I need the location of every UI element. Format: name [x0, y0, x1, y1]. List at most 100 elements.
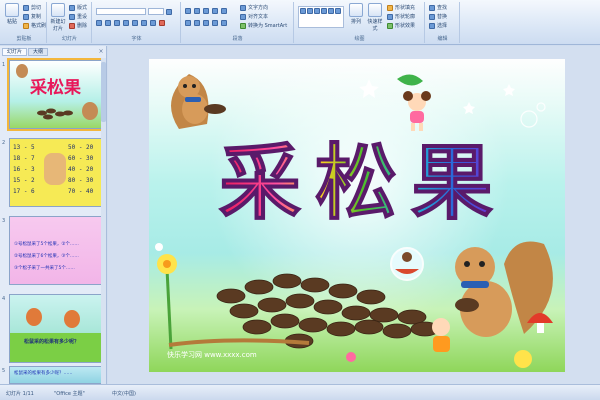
powerpoint-window: 粘贴 剪切 复制 格式刷 剪贴板 新建幻灯片 版式 重设 删除 幻灯片 字体 文… [0, 0, 600, 400]
slide-title: 采松果 [219, 136, 507, 231]
brush-icon [23, 22, 29, 29]
line-shape-icon[interactable] [300, 8, 306, 14]
arrange-button[interactable]: 排列 [347, 3, 365, 25]
pink-flower [346, 352, 356, 362]
delete-icon [69, 22, 75, 29]
font-name-select[interactable] [96, 8, 146, 15]
ribbon: 粘贴 剪切 复制 格式刷 剪贴板 新建幻灯片 版式 重设 删除 幻灯片 字体 文… [0, 0, 600, 45]
slides-pane: 幻灯片 大纲 × 1 采松果 2 13 - 5 18 - 7 16 - 3 15… [0, 46, 107, 384]
binoculars-icon [429, 4, 435, 11]
underline-icon[interactable] [114, 19, 120, 26]
shape-effects-button[interactable]: 形状效果 [387, 22, 415, 29]
align-center-icon[interactable] [194, 19, 200, 26]
thumb-1-title: 采松果 [29, 77, 81, 98]
paragraph-group: 文字方向 对齐文本 转换为 SmartArt 段落 [182, 2, 294, 43]
thumb-2-right-col: 50 - 20 60 - 30 40 - 20 80 - 30 70 - 40 [68, 144, 94, 195]
status-language: 中文(中国) [112, 391, 136, 397]
thumb-number: 4 [2, 296, 6, 302]
format-painter-button[interactable]: 格式刷 [23, 22, 46, 29]
thumb-1-art: 采松果 [16, 64, 98, 120]
rect-shape-icon[interactable] [314, 8, 320, 14]
boy-figure [432, 318, 450, 352]
increase-indent-icon[interactable] [212, 7, 218, 14]
tab-slides[interactable]: 幻灯片 [2, 48, 28, 56]
status-theme: "Office 主题" [54, 391, 85, 397]
floating-bowl [390, 247, 424, 281]
status-slide-info: 幻灯片 1/11 [6, 391, 34, 397]
smartart-icon [240, 22, 246, 29]
align-text-button[interactable]: 对齐文本 [240, 13, 268, 20]
grow-font-icon [166, 8, 172, 15]
bold-icon[interactable] [96, 19, 102, 26]
pinecone [204, 104, 226, 114]
font-size-select[interactable] [148, 8, 164, 15]
copy-button[interactable]: 复制 [23, 13, 41, 20]
justify-icon[interactable] [212, 19, 218, 26]
group-label-font: 字体 [131, 36, 142, 42]
numbering-icon[interactable] [194, 7, 200, 14]
triangle-shape-icon[interactable] [328, 8, 334, 14]
pane-scroll-thumb[interactable] [101, 62, 106, 122]
slide-thumbnail-2[interactable]: 13 - 5 18 - 7 16 - 3 15 - 2 17 - 6 50 - … [9, 138, 103, 207]
slide-thumbnail-4[interactable]: 松鼠采的松果有多少呢？ [9, 294, 103, 363]
thumb-number: 2 [2, 140, 6, 146]
shape-outline-button[interactable]: 形状轮廓 [387, 13, 415, 20]
group-label-editing: 编辑 [437, 36, 448, 42]
grow-font-button[interactable] [166, 8, 172, 15]
shape-fill-button[interactable]: 形状填充 [387, 4, 415, 11]
line-spacing-icon[interactable] [221, 7, 227, 14]
align-left-icon[interactable] [185, 19, 191, 26]
layout-icon [69, 4, 75, 11]
shapes-gallery[interactable] [298, 6, 344, 28]
arrange-icon [349, 3, 363, 17]
star-shape-icon[interactable] [335, 8, 341, 14]
replace-button[interactable]: 替换 [429, 13, 447, 20]
slide-thumbnail-1[interactable]: 采松果 [7, 58, 105, 131]
quick-styles-button[interactable]: 快速样式 [366, 3, 384, 32]
status-bar: 幻灯片 1/11 "Office 主题" 中文(中国) [0, 384, 600, 400]
close-icon[interactable]: × [97, 48, 105, 56]
delete-button[interactable]: 删除 [69, 22, 87, 29]
text-direction-button[interactable]: 文字方向 [240, 4, 268, 11]
strikethrough-icon[interactable] [123, 19, 129, 26]
font-color-icon[interactable] [159, 19, 165, 26]
list-row [185, 7, 227, 14]
pane-tabs: 幻灯片 大纲 × [2, 48, 105, 56]
smartart-button[interactable]: 转换为 SmartArt [240, 22, 287, 29]
font-group: 字体 [93, 2, 181, 43]
change-case-icon[interactable] [150, 19, 156, 26]
bullets-icon[interactable] [185, 7, 191, 14]
thumb-5-caption: 松鼠采的松果有多少呢？…… [14, 371, 73, 376]
align-row [185, 19, 227, 26]
char-spacing-icon[interactable] [141, 19, 147, 26]
tab-outline[interactable]: 大纲 [28, 48, 49, 56]
slide-thumbnail-3[interactable]: ①号松鼠采了5个松果，②个…… ②号松鼠采了6个松果，③个…… ③个松子采了一共… [9, 216, 103, 285]
columns-icon[interactable] [221, 19, 227, 26]
slide-canvas[interactable]: 采松果 快乐学习网 www.xxxx.com [149, 59, 565, 372]
align-right-icon[interactable] [203, 19, 209, 26]
select-button[interactable]: 选择 [429, 22, 447, 29]
oval-shape-icon[interactable] [321, 8, 327, 14]
find-button[interactable]: 查找 [429, 4, 447, 11]
text-direction-icon [240, 4, 246, 11]
font-format-row [96, 19, 165, 26]
italic-icon[interactable] [105, 19, 111, 26]
reset-button[interactable]: 重设 [69, 13, 87, 20]
cut-button[interactable]: 剪切 [23, 4, 41, 11]
arrow-shape-icon[interactable] [307, 8, 313, 14]
pane-scrollbar[interactable] [101, 58, 106, 384]
yellow-flower [514, 350, 532, 368]
thumb-2-left-col: 13 - 5 18 - 7 16 - 3 15 - 2 17 - 6 [13, 144, 35, 195]
shadow-icon[interactable] [132, 19, 138, 26]
layout-button[interactable]: 版式 [69, 4, 87, 11]
new-slide-button[interactable]: 新建幻灯片 [49, 3, 67, 32]
replace-icon [429, 13, 435, 20]
slide-thumbnail-5[interactable]: 松鼠采的松果有多少呢？…… [9, 366, 103, 384]
paste-button[interactable]: 粘贴 [3, 3, 21, 25]
decrease-indent-icon[interactable] [203, 7, 209, 14]
editing-group: 查找 替换 选择 编辑 [426, 2, 460, 43]
slide-footer: 快乐学习网 www.xxxx.com [167, 350, 257, 359]
group-label-paragraph: 段落 [232, 36, 243, 42]
effects-icon [387, 22, 393, 29]
flower-left [155, 243, 177, 350]
